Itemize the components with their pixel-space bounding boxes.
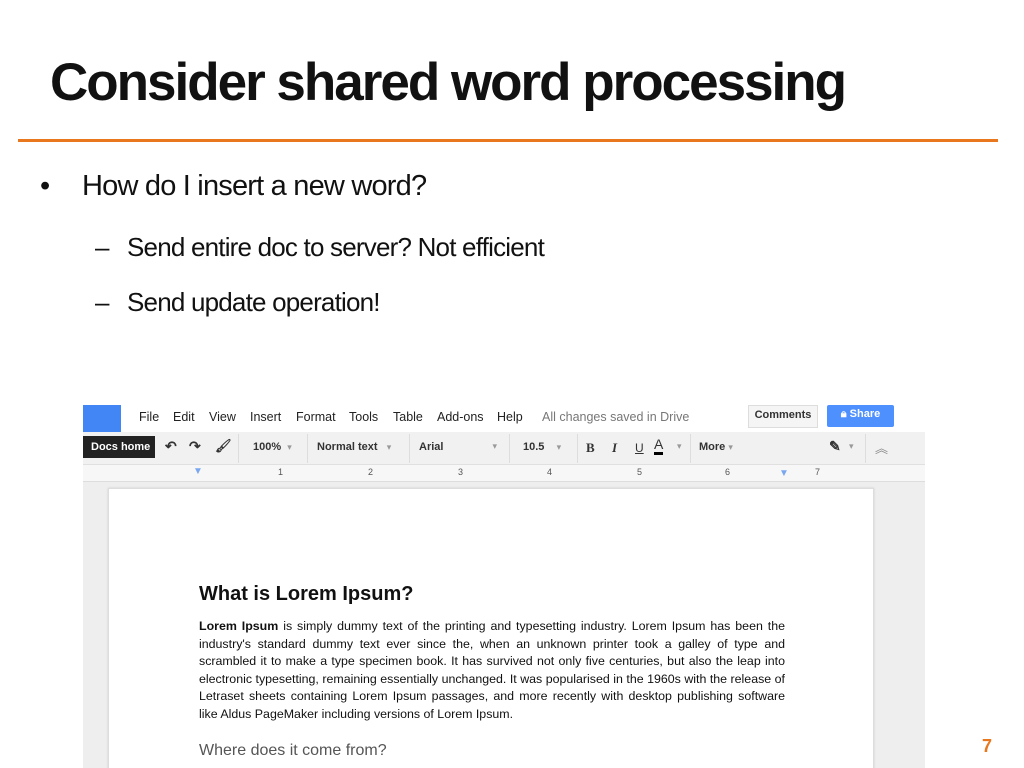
lock-icon: 🔒︎ <box>840 408 850 420</box>
title-divider <box>18 139 998 142</box>
menu-addons[interactable]: Add-ons <box>437 410 484 424</box>
redo-icon[interactable]: ↷ <box>189 438 201 455</box>
menu-help[interactable]: Help <box>497 410 523 424</box>
toolbar: Docs home ↶ ↷ 🖌︎ 100% ▾ Normal text ▾ Ar… <box>83 432 925 465</box>
menu-edit[interactable]: Edit <box>173 410 195 424</box>
slide-title: Consider shared word processing <box>50 53 847 112</box>
subbullet: – Send entire doc to server? Not efficien… <box>95 232 545 262</box>
doc-subheading: Where does it come from? <box>199 742 387 759</box>
paint-format-icon[interactable]: 🖌︎ <box>215 438 232 454</box>
underline-button[interactable]: U <box>635 441 644 455</box>
size-select[interactable]: 10.5 ▾ <box>523 441 561 453</box>
doc-paragraph: Lorem Ipsum is simply dummy text of the … <box>199 619 785 721</box>
menu-file[interactable]: File <box>139 410 159 424</box>
subbullet-text: Send update operation! <box>127 287 381 317</box>
save-status: All changes saved in Drive <box>542 410 690 424</box>
collapse-icon[interactable]: ︽ <box>875 438 888 457</box>
bullet-text: How do I insert a new word? <box>82 170 427 202</box>
chevron-down-icon[interactable]: ▾ <box>849 441 854 452</box>
comments-button[interactable]: Comments <box>748 405 818 428</box>
zoom-select[interactable]: 100% ▾ <box>253 441 292 453</box>
style-select[interactable]: Normal text ▾ <box>317 441 391 453</box>
subbullet: – Send update operation! <box>95 287 381 317</box>
bullet-dot: • <box>40 170 50 202</box>
italic-button[interactable]: I <box>612 440 617 456</box>
menu-table[interactable]: Table <box>393 410 423 424</box>
menu-tools[interactable]: Tools <box>349 410 378 424</box>
more-button[interactable]: More ▾ <box>699 441 733 453</box>
page-number: 7 <box>982 736 993 756</box>
doc-heading: What is Lorem Ipsum? <box>199 583 414 605</box>
docs-screenshot: File Edit View Insert Format Tools Table… <box>83 405 925 768</box>
share-button[interactable]: 🔒︎ Share <box>827 405 894 427</box>
menu-view[interactable]: View <box>209 410 236 424</box>
document-page[interactable]: What is Lorem Ipsum? Lorem Ipsum is simp… <box>108 488 874 768</box>
bold-button[interactable]: B <box>586 440 595 456</box>
font-select[interactable]: Arial ▾ <box>419 441 497 453</box>
indent-marker[interactable]: ▼ <box>193 466 203 477</box>
docs-logo[interactable] <box>83 405 121 432</box>
undo-icon[interactable]: ↶ <box>165 438 177 455</box>
menu-bar: File Edit View Insert Format Tools Table… <box>83 405 925 432</box>
share-label: Share <box>849 408 881 420</box>
text-color-button[interactable]: A <box>654 437 664 455</box>
right-indent-marker[interactable]: ▼ <box>779 468 789 479</box>
pencil-icon[interactable]: ✎ <box>829 438 841 455</box>
menu-insert[interactable]: Insert <box>250 410 281 424</box>
ruler: ▼ ▼ 1 2 3 4 5 6 7 <box>83 465 925 482</box>
docs-home-tooltip: Docs home <box>83 436 155 458</box>
chevron-down-icon[interactable]: ▾ <box>677 441 682 452</box>
menu-format[interactable]: Format <box>296 410 336 424</box>
subbullet-text: Send entire doc to server? Not efficient <box>127 232 545 262</box>
